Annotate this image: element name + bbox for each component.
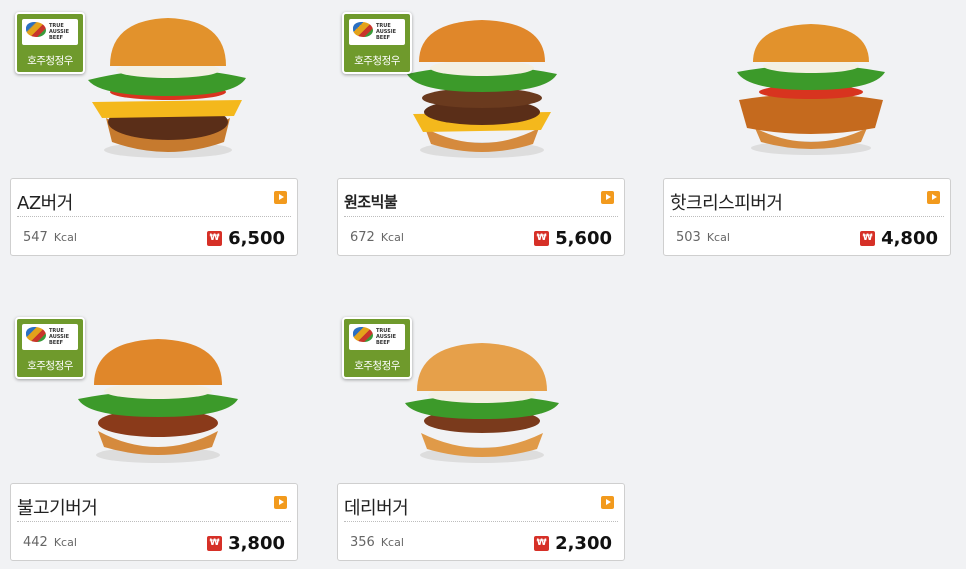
australian-beef-badge: TRUE AUSSIE BEEF 호주청정우 bbox=[342, 12, 412, 74]
price: 4,800 bbox=[881, 228, 938, 249]
detail-arrow-icon[interactable] bbox=[274, 191, 287, 204]
australia-map-icon bbox=[353, 327, 373, 342]
detail-arrow-icon[interactable] bbox=[274, 496, 287, 509]
won-sign-icon: ₩ bbox=[207, 231, 223, 246]
australia-map-icon bbox=[26, 327, 46, 342]
won-sign-icon: ₩ bbox=[534, 231, 550, 246]
burger-photo[interactable] bbox=[663, 0, 953, 170]
australia-map-icon bbox=[353, 22, 373, 37]
calories: 672 Kcal bbox=[350, 230, 404, 245]
menu-item-bulgogi-burger[interactable]: TRUE AUSSIE BEEF 호주청정우 불고기버거 442 Kcal ₩3,… bbox=[10, 305, 300, 565]
australian-beef-badge: TRUE AUSSIE BEEF 호주청정우 bbox=[342, 317, 412, 379]
price: 6,500 bbox=[228, 228, 285, 249]
detail-arrow-icon[interactable] bbox=[601, 191, 614, 204]
calories: 356 Kcal bbox=[350, 535, 404, 550]
menu-card[interactable]: 불고기버거 442 Kcal ₩3,800 bbox=[10, 483, 298, 561]
menu-item-az-burger[interactable]: TRUE AUSSIE BEEF 호주청정우 AZ버거 547 Kcal ₩6,5… bbox=[10, 0, 300, 260]
divider bbox=[17, 521, 291, 522]
menu-card[interactable]: 핫크리스피버거 503 Kcal ₩4,800 bbox=[663, 178, 951, 256]
menu-item-wonjo-bigbull[interactable]: TRUE AUSSIE BEEF 호주청정우 원조빅불 672 Kcal ₩5,6… bbox=[337, 0, 627, 260]
divider bbox=[670, 216, 944, 217]
menu-item-hot-crispy-burger[interactable]: 핫크리스피버거 503 Kcal ₩4,800 bbox=[663, 0, 953, 260]
divider bbox=[344, 216, 618, 217]
detail-arrow-icon[interactable] bbox=[927, 191, 940, 204]
menu-name[interactable]: 데리버거 bbox=[344, 494, 409, 520]
australian-beef-badge: TRUE AUSSIE BEEF 호주청정우 bbox=[15, 12, 85, 74]
menu-item-teri-burger[interactable]: TRUE AUSSIE BEEF 호주청정우 데리버거 356 Kcal ₩2,3… bbox=[337, 305, 627, 565]
won-sign-icon: ₩ bbox=[207, 536, 223, 551]
menu-name[interactable]: 핫크리스피버거 bbox=[670, 189, 783, 215]
menu-card[interactable]: 데리버거 356 Kcal ₩2,300 bbox=[337, 483, 625, 561]
australia-map-icon bbox=[26, 22, 46, 37]
calories: 503 Kcal bbox=[676, 230, 730, 245]
menu-name[interactable]: 원조빅불 bbox=[344, 191, 398, 212]
divider bbox=[344, 521, 618, 522]
calories: 442 Kcal bbox=[23, 535, 77, 550]
detail-arrow-icon[interactable] bbox=[601, 496, 614, 509]
menu-card[interactable]: AZ버거 547 Kcal ₩6,500 bbox=[10, 178, 298, 256]
price: 3,800 bbox=[228, 533, 285, 554]
australian-beef-badge: TRUE AUSSIE BEEF 호주청정우 bbox=[15, 317, 85, 379]
won-sign-icon: ₩ bbox=[860, 231, 876, 246]
price: 2,300 bbox=[555, 533, 612, 554]
menu-card[interactable]: 원조빅불 672 Kcal ₩5,600 bbox=[337, 178, 625, 256]
calories: 547 Kcal bbox=[23, 230, 77, 245]
menu-name[interactable]: AZ버거 bbox=[17, 189, 73, 215]
menu-name[interactable]: 불고기버거 bbox=[17, 494, 98, 520]
divider bbox=[17, 216, 291, 217]
won-sign-icon: ₩ bbox=[534, 536, 550, 551]
price: 5,600 bbox=[555, 228, 612, 249]
